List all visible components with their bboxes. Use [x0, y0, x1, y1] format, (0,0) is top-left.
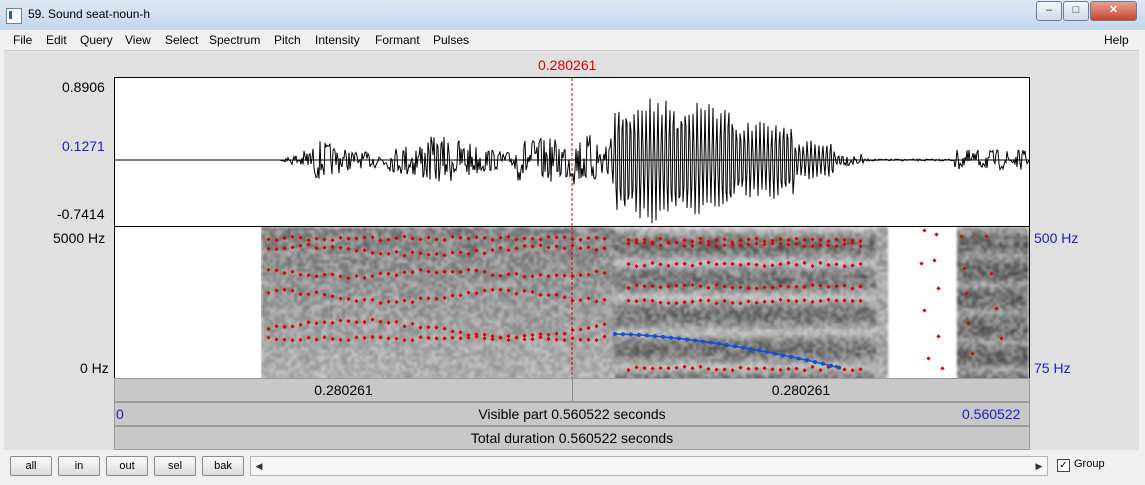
menu-query[interactable]: Query	[80, 33, 113, 47]
zoom-in-button[interactable]: in	[58, 456, 100, 476]
freq-min-label: 0 Hz	[80, 360, 109, 376]
bottom-toolbar: all in out sel bak ◀ ▶ ✓ Group	[0, 450, 1145, 485]
visible-part-label: Visible part 0.560522 seconds	[478, 406, 666, 422]
total-duration-bar[interactable]: Total duration 0.560522 seconds	[114, 426, 1030, 450]
zoom-sel-button[interactable]: sel	[154, 456, 196, 476]
visible-end-label: 0.560522	[962, 406, 1021, 422]
group-checkbox[interactable]: ✓	[1057, 459, 1070, 472]
visible-start-label: 0	[116, 406, 124, 422]
window-title: 59. Sound seat-noun-h	[28, 7, 151, 21]
scroll-right-icon[interactable]: ▶	[1031, 457, 1047, 475]
menu-bar: File Edit Query View Select Spectrum Pit…	[0, 30, 1145, 50]
scroll-left-icon[interactable]: ◀	[251, 457, 267, 475]
minimize-button[interactable]: –	[1036, 1, 1062, 21]
group-label: Group	[1074, 458, 1105, 470]
waveform-min-label: -0.7414	[57, 206, 105, 222]
zoom-all-button[interactable]: all	[10, 456, 52, 476]
right-segment-label: 0.280261	[771, 382, 831, 398]
waveform-view[interactable]	[114, 77, 1030, 227]
total-duration-label: Total duration 0.560522 seconds	[470, 430, 674, 446]
menu-file[interactable]: File	[13, 33, 32, 47]
menu-view[interactable]: View	[125, 33, 151, 47]
menu-spectrum[interactable]: Spectrum	[209, 33, 260, 47]
left-segment[interactable]: 0.280261	[115, 379, 572, 401]
menu-pitch[interactable]: Pitch	[274, 33, 301, 47]
app-icon	[6, 8, 22, 24]
zoom-out-button[interactable]: out	[106, 456, 148, 476]
menu-intensity[interactable]: Intensity	[315, 33, 360, 47]
waveform-plot	[115, 78, 1029, 226]
cursor-time-label: 0.280261	[538, 57, 597, 73]
menu-help[interactable]: Help	[1104, 33, 1129, 47]
menu-formant[interactable]: Formant	[375, 33, 420, 47]
menu-select[interactable]: Select	[165, 33, 198, 47]
visible-part-bar[interactable]: Visible part 0.560522 seconds	[114, 402, 1030, 426]
selection-bar: 0.280261 0.280261	[114, 378, 1030, 402]
freq-max-label: 5000 Hz	[53, 230, 106, 246]
spectrogram-view[interactable]	[114, 227, 1030, 378]
close-button[interactable]: ✕	[1090, 1, 1137, 21]
menu-edit[interactable]: Edit	[46, 33, 67, 47]
maximize-button[interactable]: □	[1063, 1, 1089, 21]
left-segment-label: 0.280261	[314, 382, 373, 398]
pitch-max-label: 500 Hz	[1034, 230, 1079, 246]
title-bar: 59. Sound seat-noun-h – □ ✕	[0, 0, 1145, 31]
waveform-mid-label: 0.1271	[62, 138, 105, 154]
time-scrollbar[interactable]: ◀ ▶	[250, 456, 1048, 476]
menu-pulses[interactable]: Pulses	[433, 33, 469, 47]
pitch-min-label: 75 Hz	[1034, 360, 1071, 376]
right-segment[interactable]: 0.280261	[573, 379, 1029, 401]
spectrogram-plot	[261, 227, 1029, 378]
waveform-max-label: 0.8906	[62, 79, 105, 95]
zoom-back-button[interactable]: bak	[202, 456, 244, 476]
